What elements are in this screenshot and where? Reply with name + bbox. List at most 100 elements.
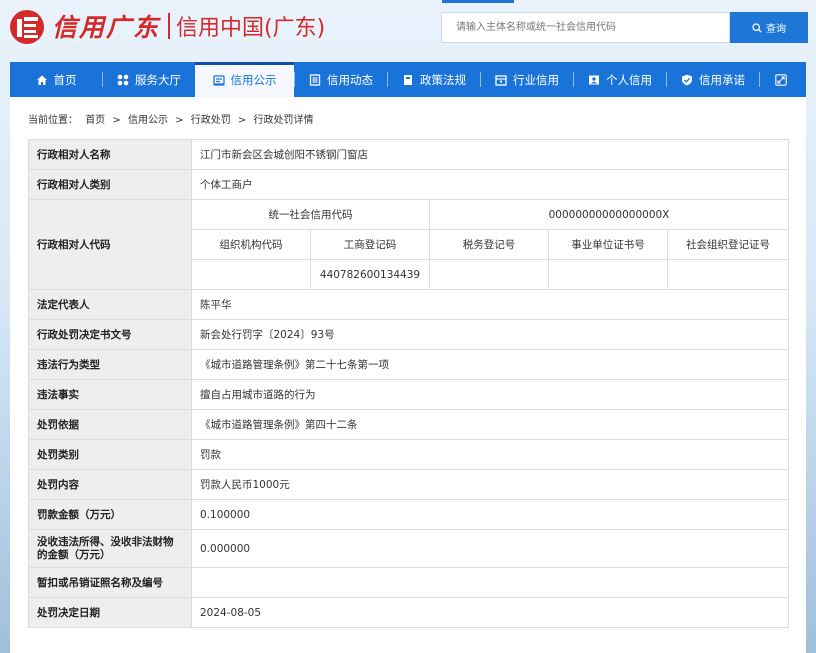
search-button[interactable]: 查询 <box>730 12 808 43</box>
nav-item-industry-credit[interactable]: 行业信用 <box>481 62 573 97</box>
table-row: 行政处罚决定书文号 新会处行罚字〔2024〕93号 <box>28 319 789 350</box>
nav-item-label: 政策法规 <box>420 72 466 87</box>
table-row: 罚款金额（万元） 0.100000 <box>28 499 789 530</box>
nav-item-credit-publicity[interactable]: 信用公示 <box>195 62 294 97</box>
nav-item-credit-news[interactable]: 信用动态 <box>295 62 387 97</box>
institution-cert-value <box>548 259 668 290</box>
table-row: 行政相对人名称 江门市新会区会城创阳不锈钢门窗店 <box>28 139 789 170</box>
social-org-label: 社会组织登记证号 <box>667 229 789 260</box>
expand-icon <box>775 73 787 86</box>
table-row: 行政相对人代码 统一社会信用代码 00000000000000000X <box>28 199 789 290</box>
field-value: 0.100000 <box>191 499 789 530</box>
field-label: 没收违法所得、没收非法财物的金额（万元） <box>28 529 192 568</box>
breadcrumb-link-admin-penalty[interactable]: 行政处罚 <box>191 115 231 126</box>
field-label: 行政处罚决定书文号 <box>28 319 192 350</box>
grid-icon <box>117 74 129 85</box>
field-value: 陈平华 <box>191 289 789 320</box>
field-label: 行政相对人类别 <box>28 169 192 200</box>
nav-item-personal-credit[interactable]: 个人信用 <box>574 62 666 97</box>
breadcrumb-separator: > <box>175 115 184 126</box>
field-value: 擅自占用城市道路的行为 <box>191 379 789 410</box>
field-value: 罚款 <box>191 439 789 470</box>
nav-item-label: 信用公示 <box>230 72 277 87</box>
news-icon <box>309 73 321 86</box>
table-row: 没收违法所得、没收非法财物的金额（万元） 0.000000 <box>28 529 789 568</box>
field-value: 《城市道路管理条例》第二十七条第一项 <box>191 349 789 380</box>
field-value: 2024-08-05 <box>191 597 789 628</box>
field-value: 个体工商户 <box>191 169 789 200</box>
main-nav: 首页 服务大厅 信用公示 信用动态 政策法规 行业信用 个人信用 信用承诺 <box>10 62 806 97</box>
table-row: 法定代表人 陈平华 <box>28 289 789 320</box>
table-row: 处罚内容 罚款人民币1000元 <box>28 469 789 500</box>
field-value: 0.000000 <box>191 529 789 568</box>
site-logo[interactable]: 信用广东 信用中国(广东) <box>8 6 325 46</box>
table-row: 行政相对人类别 个体工商户 <box>28 169 789 200</box>
field-label: 行政相对人代码 <box>28 199 192 290</box>
nav-item-service-hall[interactable]: 服务大厅 <box>103 62 195 97</box>
nav-item-label: 信用承诺 <box>699 72 745 87</box>
logo-script-text: 信用广东 <box>52 13 161 42</box>
org-code-value <box>191 259 311 290</box>
logo-title: 信用中国(广东) <box>176 16 326 41</box>
table-row: 暂扣或吊销证照名称及编号 <box>28 567 789 598</box>
nav-item-credit-commitment[interactable]: 信用承诺 <box>667 62 759 97</box>
breadcrumb: 当前位置： 首页 > 信用公示 > 行政处罚 > 行政处罚详情 <box>28 111 317 126</box>
nav-item-label: 行业信用 <box>513 72 559 87</box>
org-code-label: 组织机构代码 <box>191 229 311 260</box>
field-label: 罚款金额（万元） <box>28 499 192 530</box>
field-label: 暂扣或吊销证照名称及编号 <box>28 567 192 598</box>
penalty-detail-table: 行政相对人名称 江门市新会区会城创阳不锈钢门窗店 行政相对人类别 个体工商户 行… <box>28 139 789 628</box>
breadcrumb-separator: > <box>237 115 247 126</box>
biz-reg-label: 工商登记码 <box>310 229 430 260</box>
credit-logo-icon <box>10 10 44 44</box>
announce-icon <box>212 74 225 86</box>
field-label: 处罚内容 <box>28 469 192 500</box>
shield-check-icon <box>682 74 692 85</box>
field-label: 违法事实 <box>28 379 192 410</box>
field-label: 处罚决定日期 <box>28 597 192 628</box>
field-label: 处罚依据 <box>28 409 192 440</box>
home-icon <box>36 75 47 85</box>
search-input[interactable] <box>454 21 729 34</box>
nav-item-label: 首页 <box>53 72 77 87</box>
biz-reg-value: 440782600134439 <box>310 259 430 290</box>
breadcrumb-prefix: 当前位置： <box>28 115 78 126</box>
search-button-label: 查询 <box>766 24 786 35</box>
field-value: 罚款人民币1000元 <box>191 469 789 500</box>
nav-item-label: 服务大厅 <box>135 72 181 87</box>
nav-item-policies[interactable]: 政策法规 <box>388 62 480 97</box>
person-card-icon <box>589 75 599 84</box>
table-row: 处罚类别 罚款 <box>28 439 789 470</box>
nav-item-label: 个人信用 <box>606 72 652 87</box>
breadcrumb-link-home[interactable]: 首页 <box>85 115 105 126</box>
field-label: 处罚类别 <box>28 439 192 470</box>
uscc-label: 统一社会信用代码 <box>191 199 430 230</box>
table-row: 处罚依据 《城市道路管理条例》第四十二条 <box>28 409 789 440</box>
table-row: 违法行为类型 《城市道路管理条例》第二十七条第一项 <box>28 349 789 380</box>
table-row: 处罚决定日期 2024-08-05 <box>28 597 789 628</box>
site-header: 信用广东 信用中国(广东) 查询 <box>0 0 816 60</box>
industry-icon <box>495 74 507 86</box>
institution-cert-label: 事业单位证书号 <box>548 229 668 260</box>
field-label: 行政相对人名称 <box>28 139 192 170</box>
field-value: 江门市新会区会城创阳不锈钢门窗店 <box>191 139 789 170</box>
field-value: 《城市道路管理条例》第四十二条 <box>191 409 789 440</box>
field-label: 违法行为类型 <box>28 349 192 380</box>
nav-expand-button[interactable] <box>760 62 802 97</box>
logo-divider <box>168 13 171 39</box>
search-icon <box>752 22 762 33</box>
nav-item-home[interactable]: 首页 <box>10 62 102 97</box>
nav-item-label: 信用动态 <box>327 72 373 87</box>
tax-reg-value <box>429 259 549 290</box>
field-label: 法定代表人 <box>28 289 192 320</box>
field-value: 新会处行罚字〔2024〕93号 <box>191 319 789 350</box>
breadcrumb-link-credit-publicity[interactable]: 信用公示 <box>128 115 168 126</box>
detail-panel: 当前位置： 首页 > 信用公示 > 行政处罚 > 行政处罚详情 行政相对人名称 … <box>10 97 806 653</box>
uscc-value: 00000000000000000X <box>429 199 789 230</box>
tax-reg-label: 税务登记号 <box>429 229 549 260</box>
book-icon <box>404 74 412 85</box>
breadcrumb-current: 行政处罚详情 <box>253 115 314 126</box>
table-row: 违法事实 擅自占用城市道路的行为 <box>28 379 789 410</box>
top-accent-strip <box>442 0 514 3</box>
social-org-value <box>667 259 789 290</box>
